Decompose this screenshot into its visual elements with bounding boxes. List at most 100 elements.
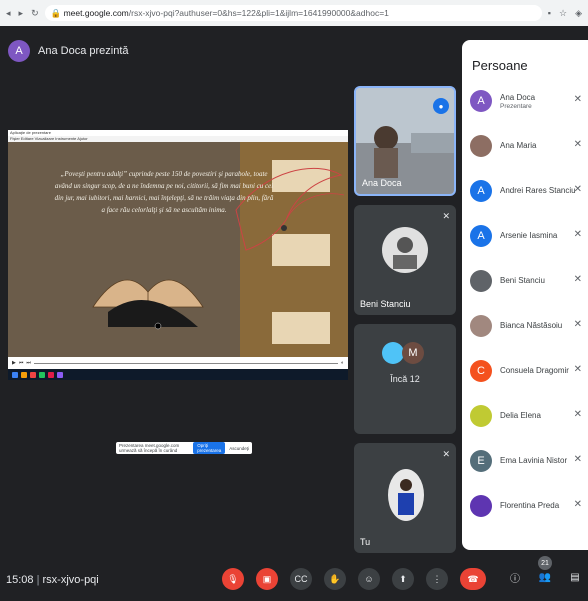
- mic-off-icon[interactable]: ✕: [574, 409, 582, 420]
- app-icon[interactable]: [57, 371, 63, 378]
- folder-icon[interactable]: [21, 371, 27, 378]
- app-icon[interactable]: [48, 371, 54, 378]
- meeting-code: rsx-xjvo-pqi: [42, 574, 99, 586]
- participant-avatar: [470, 405, 492, 427]
- chat-button[interactable]: ▤: [566, 568, 584, 586]
- participant-avatar: [382, 227, 428, 273]
- side-controls: ⓘ 21 👥 ▤: [506, 556, 584, 586]
- mic-off-button[interactable]: 🎙: [222, 568, 244, 590]
- participant-avatar: E: [470, 450, 492, 472]
- people-count-badge: 21: [538, 556, 552, 570]
- forward-icon[interactable]: ▸: [19, 8, 24, 19]
- emoji-icon: ☺: [364, 574, 374, 584]
- captions-button[interactable]: CC: [290, 568, 312, 590]
- participant-name: Ana Maria: [500, 141, 537, 150]
- mic-off-icon[interactable]: ✕: [574, 139, 582, 150]
- info-button[interactable]: ⓘ: [506, 568, 524, 586]
- prev-icon[interactable]: ⏮: [19, 360, 24, 366]
- participant-row[interactable]: A Ana Doca Prezentare ✕: [470, 86, 588, 116]
- slide-quote: „Poveşti pentru adulţi” cuprinde peste 1…: [54, 170, 274, 214]
- mic-off-icon[interactable]: ✕: [574, 274, 582, 285]
- hide-button[interactable]: Ascundeţi: [229, 446, 249, 451]
- presenter-label: Ana Doca prezintă: [38, 45, 129, 57]
- presenter-bar: A Ana Doca prezintă: [0, 26, 460, 76]
- participant-avatar: [470, 135, 492, 157]
- participant-name: Consuela Dragomir: [500, 366, 569, 375]
- shared-screen: Aplicaţie de prezentare Fişier Editare V…: [8, 130, 348, 380]
- next-icon[interactable]: ⏭: [26, 360, 31, 366]
- participant-tile[interactable]: ● Ana Doca: [354, 86, 456, 196]
- app-icon[interactable]: [39, 371, 45, 378]
- camera-off-icon: ▣: [262, 573, 272, 584]
- participant-text: Ana Doca Prezentare: [500, 93, 535, 110]
- participant-row[interactable]: Delia Elena ✕: [470, 401, 588, 431]
- participant-row[interactable]: C Consuela Dragomir ✕: [470, 356, 588, 386]
- self-video: [388, 469, 424, 521]
- participant-text: Ema Lavinia Nistor: [500, 456, 567, 466]
- leave-call-button[interactable]: ☎: [460, 568, 486, 590]
- book-illustration: [92, 279, 204, 330]
- raise-hand-button[interactable]: ✋: [324, 568, 346, 590]
- slide-paper-patch: [272, 312, 330, 344]
- stop-sharing-button[interactable]: Opriţi prezentarea: [193, 442, 226, 454]
- participant-row[interactable]: Florentina Preda ✕: [470, 491, 588, 521]
- speaking-indicator-icon: ●: [433, 98, 449, 114]
- participant-avatar: [382, 342, 404, 364]
- emoji-button[interactable]: ☺: [358, 568, 380, 590]
- back-icon[interactable]: ◂: [6, 8, 11, 19]
- participant-row[interactable]: A Arsenie Iasmina ✕: [470, 221, 588, 251]
- presenter-avatar: A: [8, 40, 30, 62]
- mic-off-icon[interactable]: ✕: [574, 364, 582, 375]
- address-bar[interactable]: 🔒 meet.google.com /rsx-xjvo-pqi?authuser…: [44, 5, 542, 21]
- browser-actions: ▪ ☆ ◈: [548, 8, 582, 19]
- people-panel: Persoane A Ana Doca Prezentare ✕ Ana Maria ✕ A…: [462, 40, 588, 550]
- extension-icon[interactable]: ▪: [548, 8, 551, 19]
- participant-avatar: A: [470, 90, 492, 112]
- share-prompt: Prezentarea meet.google.com urmează să î…: [116, 442, 252, 454]
- participant-text: Delia Elena: [500, 411, 541, 421]
- participant-avatar: A: [470, 225, 492, 247]
- mic-off-icon[interactable]: ✕: [574, 229, 582, 240]
- participant-row[interactable]: A Andrei Rares Stanciu ✕: [470, 176, 588, 206]
- participant-row[interactable]: Bianca Năstăsoiu ✕: [470, 311, 588, 341]
- participant-name: Beni Stanciu: [500, 276, 545, 285]
- participant-name: Ema Lavinia Nistor: [500, 456, 568, 465]
- puzzle-icon[interactable]: ◈: [575, 8, 582, 19]
- browser-nav: ◂ ▸ ↻: [6, 8, 39, 19]
- people-button[interactable]: 21 👥: [536, 556, 554, 586]
- participant-row[interactable]: Beni Stanciu ✕: [470, 266, 588, 296]
- more-count-label: Încă 12: [390, 374, 420, 384]
- lock-icon: 🔒: [50, 7, 64, 18]
- mic-off-icon[interactable]: ✕: [574, 184, 582, 195]
- camera-off-button[interactable]: ▣: [256, 568, 278, 590]
- mic-off-icon[interactable]: ✕: [574, 94, 582, 105]
- bookmark-icon[interactable]: ☆: [559, 8, 567, 19]
- seek-bar[interactable]: [33, 362, 338, 364]
- self-tile[interactable]: ✕ Tu: [354, 443, 456, 553]
- mic-off-icon: ✕: [442, 449, 450, 459]
- mic-off-icon[interactable]: ✕: [574, 499, 582, 510]
- present-button[interactable]: ⬆: [392, 568, 414, 590]
- more-options-button[interactable]: ⋮: [426, 568, 448, 590]
- tile-label: Ana Doca: [362, 178, 402, 188]
- mic-off-icon: ✕: [442, 211, 450, 221]
- volume-icon[interactable]: ◐: [341, 360, 344, 366]
- participant-name: Florentina Preda: [500, 501, 560, 510]
- play-icon[interactable]: ▶: [12, 360, 16, 366]
- mic-off-icon[interactable]: ✕: [574, 319, 582, 330]
- url-host: meet.google.com: [63, 8, 129, 18]
- participant-row[interactable]: E Ema Lavinia Nistor ✕: [470, 446, 588, 476]
- participant-text: Consuela Dragomir: [500, 366, 569, 376]
- people-icon: 👥: [538, 571, 552, 583]
- start-icon[interactable]: [12, 371, 18, 378]
- reload-icon[interactable]: ↻: [31, 8, 39, 19]
- more-participants-tile[interactable]: M Încă 12: [354, 324, 456, 434]
- participant-avatar: [470, 270, 492, 292]
- url-path: /rsx-xjvo-pqi?authuser=0&hs=122&pli=1&ij…: [128, 8, 389, 18]
- participant-tile[interactable]: ✕ Beni Stanciu: [354, 205, 456, 315]
- app-icon[interactable]: [30, 371, 36, 378]
- participant-name: Bianca Năstăsoiu: [500, 321, 563, 330]
- participant-row[interactable]: Ana Maria ✕: [470, 131, 588, 161]
- os-taskbar: [8, 369, 348, 380]
- mic-off-icon[interactable]: ✕: [574, 454, 582, 465]
